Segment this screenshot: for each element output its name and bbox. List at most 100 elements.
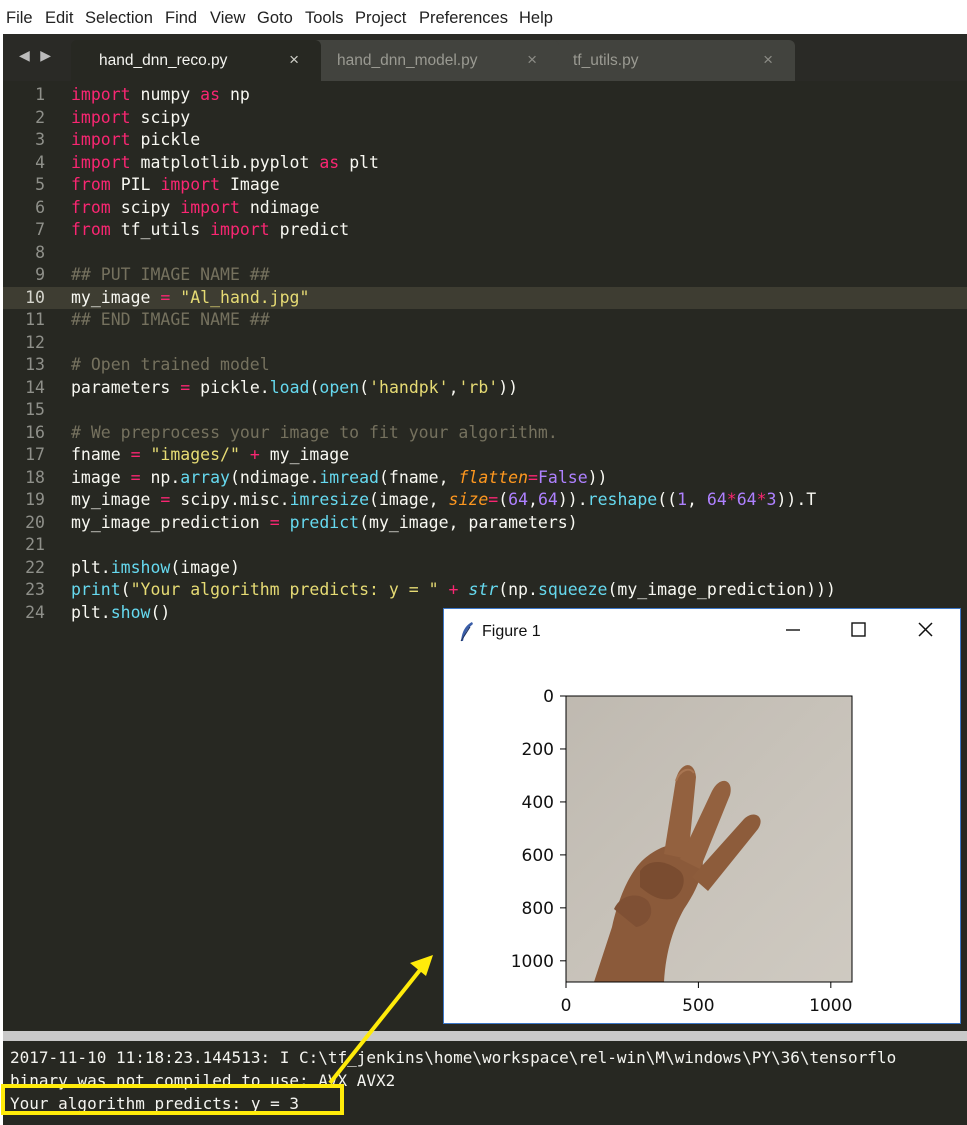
- code-token: pickle: [140, 130, 201, 149]
- line-number: 17: [25, 445, 45, 464]
- code-token: import: [71, 107, 131, 127]
- code-line[interactable]: 19 my_image = scipy.misc.imresize(image, …: [3, 489, 967, 512]
- x-tick-label: 0: [561, 996, 572, 1016]
- code-token: size: [448, 490, 489, 509]
- code-text: # We preprocess your image to fit your a…: [71, 422, 558, 445]
- line-number: 19: [25, 490, 45, 509]
- code-token: from: [71, 175, 111, 194]
- code-line[interactable]: 21: [3, 534, 967, 557]
- menu-item-view[interactable]: View: [210, 9, 245, 28]
- line-number: 21: [25, 535, 45, 554]
- menu-item-project[interactable]: Project: [355, 9, 406, 28]
- code-token: ndimage: [249, 197, 320, 217]
- code-token: import: [71, 85, 131, 104]
- y-tick-label: 800: [522, 899, 554, 919]
- code-token: imread: [319, 467, 379, 487]
- figure-window[interactable]: Figure 1 0 200 400 600 800 1000 0 500 10…: [443, 608, 961, 1024]
- menu-item-help[interactable]: Help: [519, 9, 553, 28]
- code-line[interactable]: 9 ## PUT IMAGE NAME ##: [3, 264, 967, 287]
- menu-item-find[interactable]: Find: [165, 9, 197, 28]
- code-line[interactable]: 7 from tf_utils import predict: [3, 219, 967, 242]
- tab-hand-dnn-reco[interactable]: hand_dnn_reco.py ×: [71, 40, 321, 81]
- code-line[interactable]: 8: [3, 242, 967, 265]
- figure-canvas: 0 200 400 600 800 1000 0 500 1000: [511, 687, 853, 1016]
- code-line[interactable]: 4 import matplotlib.pyplot as plt: [3, 152, 967, 175]
- menu-item-goto[interactable]: Goto: [257, 9, 293, 28]
- line-number: 15: [25, 400, 45, 419]
- code-token: PIL: [120, 175, 151, 194]
- code-line[interactable]: 22 plt.imshow(image): [3, 557, 967, 580]
- code-token: (fname,: [378, 467, 459, 487]
- line-number: 4: [35, 152, 45, 172]
- code-token: import: [71, 152, 131, 172]
- code-token: matplotlib.pyplot: [140, 152, 310, 172]
- code-line[interactable]: 16 # We preprocess your image to fit your…: [3, 422, 967, 445]
- y-tick-label: 600: [522, 846, 554, 866]
- code-token: =: [130, 467, 141, 487]
- menu-item-tools[interactable]: Tools: [305, 9, 344, 28]
- code-token: open: [319, 377, 360, 397]
- tab-hand-dnn-model[interactable]: hand_dnn_model.py ×: [309, 40, 559, 81]
- menu-item-preferences[interactable]: Preferences: [419, 9, 508, 28]
- line-number: 12: [25, 332, 45, 352]
- code-token: (: [120, 580, 131, 599]
- code-token: (image): [170, 557, 240, 577]
- tab-nav-arrows-icon[interactable]: ◀ ▶: [19, 48, 54, 64]
- tab-close-icon[interactable]: ×: [289, 50, 299, 70]
- code-text: parameters = pickle.load(open('handpk','…: [71, 377, 518, 400]
- code-token: =: [269, 512, 280, 532]
- menu-item-selection[interactable]: Selection: [85, 9, 153, 28]
- code-token: *: [756, 490, 767, 509]
- code-token: "Al_hand.jpg": [170, 287, 310, 307]
- y-tick-label: 1000: [511, 952, 554, 972]
- code-token: pickle.: [190, 377, 270, 397]
- code-line[interactable]: 23 print("Your algorithm predicts: y = " …: [3, 579, 967, 602]
- code-token: ## END IMAGE NAME ##: [71, 310, 270, 329]
- code-line[interactable]: 20 my_image_prediction = predict(my_image…: [3, 512, 967, 535]
- code-line[interactable]: 13 # Open trained model: [3, 354, 967, 377]
- code-token: (): [150, 602, 171, 622]
- code-token: my_image_prediction: [71, 512, 270, 532]
- code-text: my_image = scipy.misc.imresize(image, si…: [71, 489, 816, 512]
- code-token: squeeze: [537, 580, 608, 599]
- code-token: my_image: [71, 287, 161, 307]
- code-text: # Open trained model: [71, 354, 270, 377]
- code-line[interactable]: 12: [3, 332, 967, 355]
- console-line: 2017-11-10 11:18:23.144513: I C:\tf_jenk…: [10, 1048, 897, 1067]
- code-token: my_image: [259, 445, 350, 464]
- code-line[interactable]: 14 parameters = pickle.load(open('handpk'…: [3, 377, 967, 400]
- code-line[interactable]: 10 my_image = "Al_hand.jpg": [3, 286, 967, 309]
- code-token: )).: [557, 490, 588, 509]
- code-line[interactable]: 17 fname = "images/" + my_image: [3, 444, 967, 467]
- code-token: (: [309, 377, 320, 397]
- y-tick-label: 0: [543, 687, 554, 707]
- code-line[interactable]: 2 import scipy: [3, 107, 967, 130]
- line-number: 10: [25, 287, 45, 307]
- code-token: =: [130, 445, 141, 464]
- line-number: 23: [25, 580, 45, 599]
- code-token: parameters: [71, 377, 181, 397]
- code-token: (my_image_prediction))): [607, 580, 836, 599]
- code-line[interactable]: 3 import pickle: [3, 129, 967, 152]
- menu-item-edit[interactable]: Edit: [45, 9, 73, 28]
- tab-tf-utils[interactable]: tf_utils.py ×: [545, 40, 795, 81]
- code-token: 64: [537, 490, 558, 509]
- code-token: Image: [229, 175, 280, 194]
- tab-label: hand_dnn_model.py: [337, 52, 478, 69]
- code-line[interactable]: 1 import numpy as np: [3, 84, 967, 107]
- tab-close-icon[interactable]: ×: [763, 50, 773, 70]
- y-tick-label: 200: [522, 740, 554, 760]
- code-line[interactable]: 18 image = np.array(ndimage.imread(fname,…: [3, 467, 967, 490]
- code-token: import: [160, 175, 221, 194]
- menu-item-file[interactable]: File: [6, 9, 33, 28]
- code-line[interactable]: 15: [3, 399, 967, 422]
- code-line[interactable]: 5 from PIL import Image: [3, 174, 967, 197]
- code-token: image: [71, 467, 131, 487]
- code-token: "images/": [140, 445, 240, 464]
- tab-close-icon[interactable]: ×: [527, 50, 537, 70]
- code-text: plt.imshow(image): [71, 557, 240, 580]
- code-line[interactable]: 11 ## END IMAGE NAME ##: [3, 309, 967, 332]
- code-line[interactable]: 6 from scipy import ndimage: [3, 197, 967, 220]
